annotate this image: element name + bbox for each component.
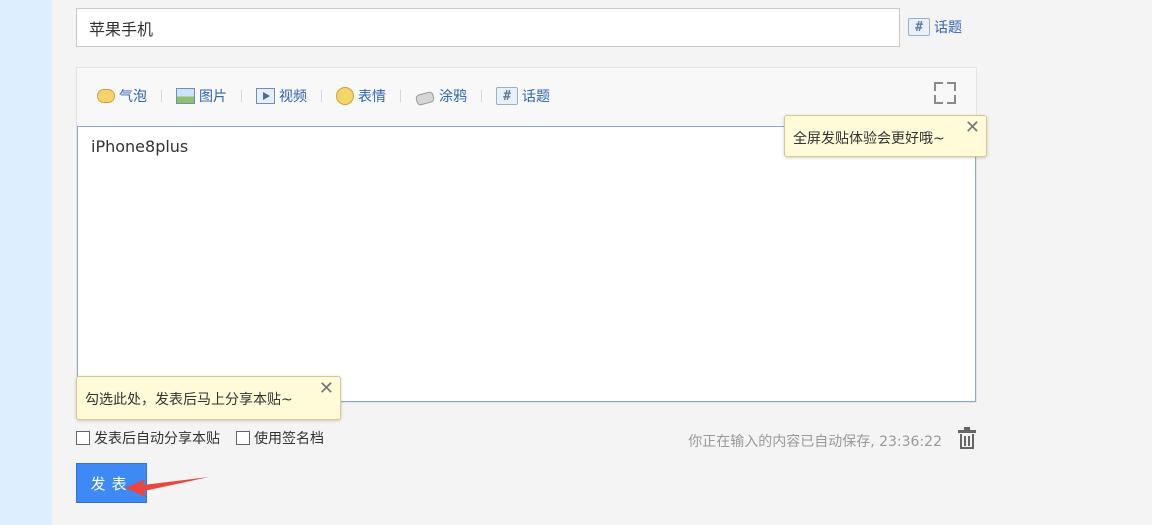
toolbar-topic-label: 话题 bbox=[522, 89, 550, 105]
close-icon[interactable]: ✕ bbox=[319, 379, 334, 399]
topic-link[interactable]: # 话题 bbox=[908, 16, 962, 38]
hash-icon: # bbox=[908, 18, 930, 36]
toolbar-bubble-label: 气泡 bbox=[119, 89, 147, 105]
post-content-textarea[interactable]: iPhone8plus bbox=[77, 126, 976, 402]
video-icon bbox=[256, 88, 275, 104]
fullscreen-tooltip: 全屏发贴体验会更好哦~ ✕ bbox=[784, 115, 987, 157]
fullscreen-tooltip-text: 全屏发贴体验会更好哦~ bbox=[793, 131, 945, 147]
auto-share-checkbox[interactable] bbox=[76, 431, 90, 445]
signature-option[interactable]: 使用签名档 bbox=[236, 428, 324, 448]
autosave-status: 你正在输入的内容已自动保存, 23:36:22 bbox=[688, 434, 942, 450]
auto-share-option[interactable]: 发表后自动分享本贴 bbox=[76, 428, 220, 448]
title-input[interactable] bbox=[76, 8, 900, 47]
toolbar-separator bbox=[241, 90, 242, 102]
auto-share-label: 发表后自动分享本贴 bbox=[94, 431, 220, 447]
signature-checkbox[interactable] bbox=[236, 431, 250, 445]
post-options: 发表后自动分享本贴 使用签名档 bbox=[76, 428, 340, 448]
toolbar-separator bbox=[481, 90, 482, 102]
toolbar-emoji[interactable]: 表情 bbox=[336, 86, 386, 106]
toolbar-graffiti-label: 涂鸦 bbox=[439, 89, 467, 105]
toolbar-bubble[interactable]: 气泡 bbox=[97, 86, 147, 106]
toolbar-image-label: 图片 bbox=[199, 89, 227, 105]
bubble-icon bbox=[97, 89, 115, 103]
topic-link-label: 话题 bbox=[934, 20, 962, 36]
hash-icon: # bbox=[496, 87, 518, 105]
close-icon[interactable]: ✕ bbox=[965, 118, 980, 138]
toolbar-separator bbox=[321, 90, 322, 102]
share-tooltip: 勾选此处，发表后马上分享本贴~ ✕ bbox=[76, 376, 341, 420]
toolbar-topic[interactable]: # 话题 bbox=[496, 86, 550, 106]
share-tooltip-text: 勾选此处，发表后马上分享本贴~ bbox=[85, 392, 293, 408]
toolbar-video[interactable]: 视频 bbox=[256, 86, 307, 106]
editor-toolbar: 气泡 图片 视频 表情 涂鸦 # 话题 bbox=[97, 84, 550, 108]
fullscreen-icon[interactable] bbox=[934, 82, 956, 104]
toolbar-image[interactable]: 图片 bbox=[176, 86, 227, 106]
toolbar-separator bbox=[400, 90, 401, 102]
toolbar-emoji-label: 表情 bbox=[358, 89, 386, 105]
graffiti-icon bbox=[415, 88, 435, 104]
post-content-text: iPhone8plus bbox=[91, 137, 189, 156]
left-sidebar-strip bbox=[0, 0, 52, 525]
toolbar-graffiti[interactable]: 涂鸦 bbox=[415, 86, 467, 106]
trash-icon[interactable] bbox=[958, 427, 976, 450]
emoji-icon bbox=[336, 87, 354, 105]
image-icon bbox=[176, 88, 195, 104]
toolbar-video-label: 视频 bbox=[279, 89, 307, 105]
signature-label: 使用签名档 bbox=[254, 431, 324, 447]
submit-button[interactable]: 发表 bbox=[76, 463, 147, 503]
toolbar-separator bbox=[161, 90, 162, 102]
